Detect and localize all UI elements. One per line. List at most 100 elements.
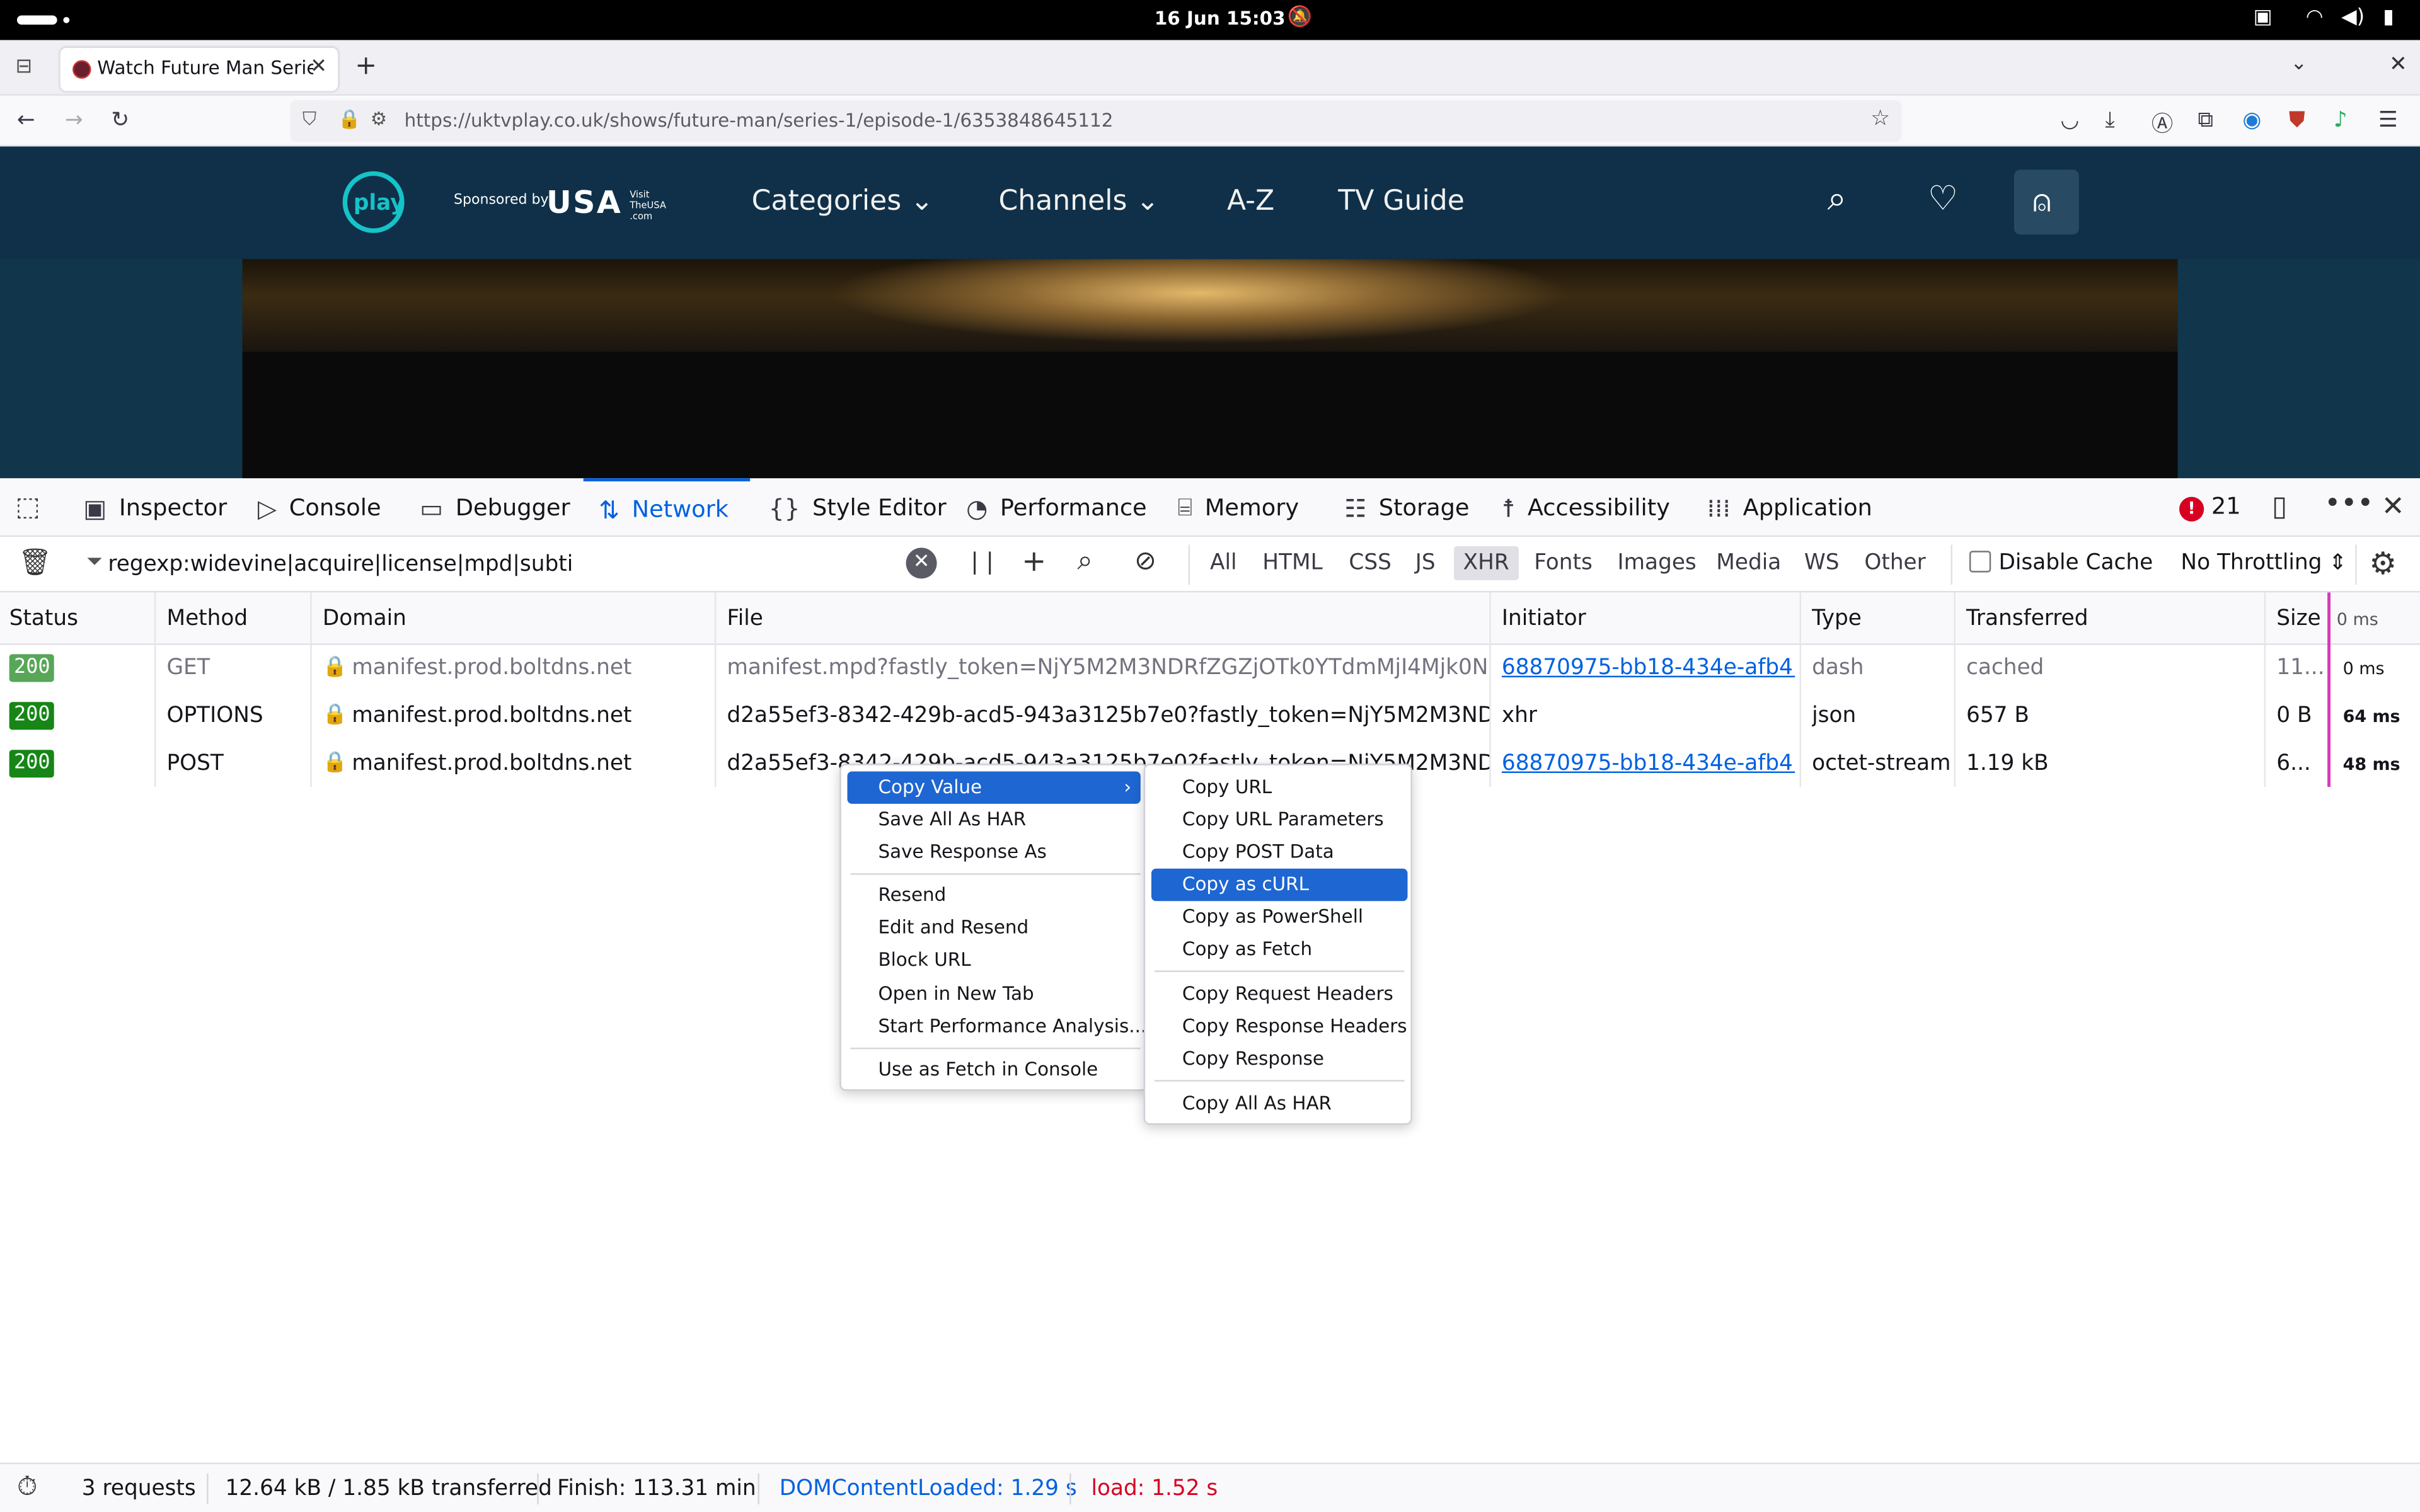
permissions-icon[interactable]: ⚙ (371, 108, 387, 129)
new-tab-icon[interactable]: + (355, 51, 377, 82)
reload-icon[interactable]: ↻ (111, 108, 129, 132)
shield-icon[interactable]: ⛉ (302, 108, 316, 131)
col-initiator[interactable]: Initiator (1502, 606, 1586, 631)
uktv-play-logo[interactable]: play (342, 171, 405, 233)
table-row[interactable]: 200 OPTIONS 🔒 manifest.prod.boltdns.net … (0, 693, 2420, 741)
settings-gear-icon[interactable]: ⚙ (2369, 544, 2397, 581)
account-icon[interactable]: Ⓐ (2152, 108, 2173, 139)
profile-button[interactable]: ⍝ (2014, 169, 2079, 235)
more-options-icon[interactable]: ••• (2324, 488, 2373, 520)
activities-indicator[interactable] (16, 15, 57, 25)
extension-blue-icon[interactable]: ◉ (2242, 108, 2261, 132)
stopwatch-icon[interactable]: ⏱ (17, 1472, 37, 1503)
tab-performance[interactable]: ◔ Performance (966, 478, 1147, 537)
tab-inspector[interactable]: ▣ Inspector (83, 478, 227, 537)
lock-icon[interactable]: 🔒 (338, 108, 361, 129)
tab-style-editor[interactable]: {} Style Editor (769, 478, 947, 537)
url-bar[interactable]: ⛉ 🔒 ⚙ https://uktvplay.co.uk/shows/futur… (290, 100, 1902, 142)
col-method[interactable]: Method (166, 606, 248, 631)
menu-item-copy-response[interactable]: Copy Response (1151, 1043, 1324, 1075)
extension-green-icon[interactable]: ♪ (2334, 108, 2348, 132)
add-request-icon[interactable]: + (1022, 544, 1046, 578)
filter-js[interactable]: JS (1415, 551, 1436, 575)
filter-other[interactable]: Other (1864, 551, 1925, 575)
clear-log-trash-icon[interactable]: 🗑 (18, 547, 52, 578)
close-tab-icon[interactable]: ✕ (310, 55, 327, 79)
menu-hamburger-icon[interactable]: ☰ (2378, 108, 2398, 132)
menu-item-use-as-fetch[interactable]: Use as Fetch in Console (848, 1054, 1098, 1086)
col-transferred[interactable]: Transferred (1966, 606, 2088, 631)
filter-ws[interactable]: WS (1804, 551, 1840, 575)
search-requests-icon[interactable]: ⌕ (1077, 544, 1093, 576)
pocket-icon[interactable]: ◡ (2060, 108, 2079, 132)
tab-application[interactable]: ⁞⁞⁞ Application (1707, 478, 1872, 537)
col-size[interactable]: Size (2276, 606, 2320, 631)
col-file[interactable]: File (727, 606, 763, 631)
responsive-design-icon[interactable]: ▯ (2272, 491, 2287, 523)
menu-item-copy-as-fetch[interactable]: Copy as Fetch (1151, 934, 1312, 966)
back-icon[interactable]: ← (17, 108, 35, 132)
disable-cache-checkbox[interactable]: Disable Cache (1969, 551, 2153, 575)
filter-xhr[interactable]: XHR (1453, 546, 1519, 580)
heart-icon[interactable]: ♡ (1928, 181, 1958, 219)
menu-item-copy-request-headers[interactable]: Copy Request Headers (1151, 978, 1393, 1011)
clock[interactable]: 16 Jun 15:03 (1155, 8, 1286, 29)
tab-debugger[interactable]: ▭ Debugger (420, 478, 570, 537)
menu-item-save-all-as-har[interactable]: Save All As HAR (848, 804, 1026, 836)
tab-memory[interactable]: ⌸ Memory (1178, 478, 1299, 537)
element-picker-icon[interactable]: ⬚ (15, 492, 40, 523)
ublock-icon[interactable]: ⛊ (2289, 108, 2305, 132)
tab-overview-icon[interactable]: ⊟ (15, 55, 32, 79)
table-row[interactable]: 200 GET 🔒 manifest.prod.boltdns.net mani… (0, 645, 2420, 693)
filter-html[interactable]: HTML (1262, 551, 1322, 575)
filter-css[interactable]: CSS (1349, 551, 1392, 575)
menu-item-copy-as-powershell[interactable]: Copy as PowerShell (1151, 901, 1363, 933)
error-count-badge[interactable]: ! 21 (2179, 492, 2241, 522)
menu-item-resend[interactable]: Resend (848, 879, 946, 912)
nav-tv-guide[interactable]: TV Guide (1338, 185, 1465, 217)
menu-item-copy-url[interactable]: Copy URL (1151, 772, 1272, 804)
search-icon[interactable]: ⌕ (1828, 181, 1847, 219)
menu-item-copy-post-data[interactable]: Copy POST Data (1151, 836, 1334, 868)
menu-item-block-url[interactable]: Block URL (848, 944, 971, 976)
close-window-icon[interactable]: ✕ (2389, 52, 2407, 77)
menu-item-copy-value[interactable]: Copy Value › (847, 771, 1141, 804)
col-status[interactable]: Status (9, 606, 78, 631)
menu-item-copy-response-headers[interactable]: Copy Response Headers (1151, 1011, 1407, 1043)
col-domain[interactable]: Domain (323, 606, 406, 631)
initiator-link[interactable]: 68870975-bb18-434e-afb4... (1502, 656, 1795, 680)
menu-item-open-in-new-tab[interactable]: Open in New Tab (848, 978, 1034, 1011)
browser-tab[interactable]: Watch Future Man Series ✕ (60, 47, 338, 91)
video-player[interactable] (242, 259, 2178, 479)
menu-item-copy-as-curl[interactable]: Copy as cURL (1151, 868, 1408, 902)
tab-storage[interactable]: ☷ Storage (1344, 478, 1469, 537)
close-devtools-icon[interactable]: ✕ (2382, 491, 2405, 523)
col-type[interactable]: Type (1812, 606, 1862, 631)
menu-item-copy-url-parameters[interactable]: Copy URL Parameters (1151, 804, 1384, 836)
tab-network[interactable]: ⇅ Network (583, 478, 751, 537)
bookmark-star-icon[interactable]: ☆ (1870, 106, 1890, 131)
menu-item-save-response-as[interactable]: Save Response As (848, 836, 1046, 868)
col-timeline[interactable]: 0 ms (2337, 609, 2378, 629)
menu-item-start-performance-analysis[interactable]: Start Performance Analysis... (848, 1011, 1146, 1043)
filter-url-input[interactable] (108, 547, 896, 582)
throttling-select[interactable]: No Throttling ⇕ (2181, 551, 2347, 575)
filter-fonts[interactable]: Fonts (1534, 551, 1593, 575)
block-requests-icon[interactable]: ⊘ (1134, 546, 1156, 577)
extensions-icon[interactable]: ⧉ (2198, 108, 2213, 132)
menu-item-copy-all-as-har[interactable]: Copy All As HAR (1151, 1088, 1332, 1120)
nav-categories[interactable]: Categories ⌄ (752, 185, 934, 217)
pause-icon[interactable]: | | (971, 547, 993, 575)
initiator-link[interactable]: 68870975-bb18-434e-afb4... (1502, 752, 1795, 776)
url-text[interactable]: https://uktvplay.co.uk/shows/future-man/… (405, 110, 1114, 131)
filter-media[interactable]: Media (1716, 551, 1781, 575)
list-tabs-icon[interactable]: ⌄ (2290, 52, 2307, 76)
filter-all[interactable]: All (1210, 551, 1237, 575)
forward-icon[interactable]: → (65, 108, 83, 132)
usa-sponsor-logo[interactable]: USA (546, 183, 622, 220)
filter-images[interactable]: Images (1618, 551, 1697, 575)
downloads-icon[interactable]: ⤓ (2105, 108, 2114, 132)
tab-accessibility[interactable]: ☨ Accessibility (1502, 478, 1670, 537)
nav-a-z[interactable]: A-Z (1227, 185, 1274, 217)
clear-filter-icon[interactable]: ✕ (906, 547, 937, 579)
